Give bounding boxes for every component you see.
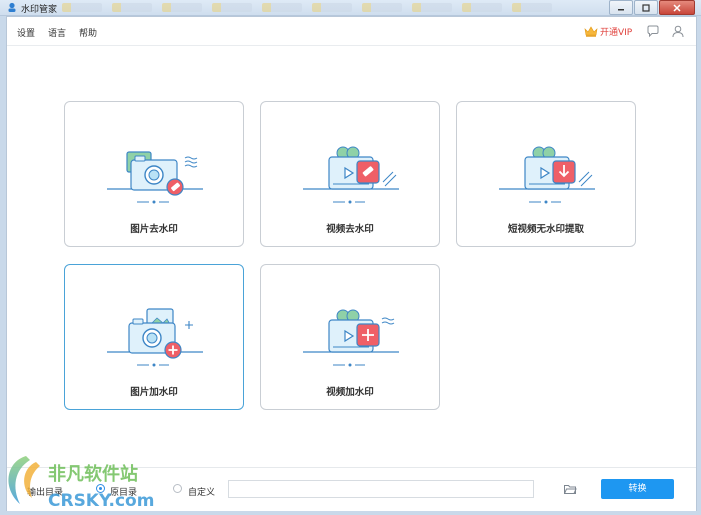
- card-extract-short-video[interactable]: 短视频无水印提取: [456, 101, 636, 247]
- app-icon: [8, 2, 16, 12]
- crsky-watermark-logo: 非凡软件站 CRSKY.com: [8, 456, 154, 511]
- background-taskbar-blur: [62, 3, 562, 12]
- card-remove-video-watermark[interactable]: 视频去水印: [260, 101, 440, 247]
- video-add-icon: [303, 309, 399, 367]
- card-add-video-watermark[interactable]: 视频加水印: [260, 264, 440, 410]
- chat-icon[interactable]: [646, 24, 660, 38]
- title-bar: 水印管家: [0, 0, 701, 16]
- main-window: 设置 语言 帮助 开通VIP 图片去水印 视频去水印 短视频无水印提取 图片加水…: [6, 16, 697, 511]
- card-add-image-watermark[interactable]: 图片加水印: [64, 264, 244, 410]
- radio-custom-directory[interactable]: [173, 484, 182, 493]
- menu-bar: 设置 语言 帮助 开通VIP: [7, 17, 696, 46]
- video-download-icon: [499, 146, 595, 204]
- crown-icon: [584, 26, 598, 37]
- menu-settings[interactable]: 设置: [17, 26, 35, 39]
- output-path-input[interactable]: [228, 480, 534, 498]
- card-label: 短视频无水印提取: [507, 224, 584, 235]
- card-label: 视频加水印: [326, 387, 374, 398]
- close-icon: [673, 3, 681, 12]
- maximize-button[interactable]: [634, 0, 658, 15]
- vip-label: 开通VIP: [600, 28, 633, 38]
- card-remove-image-watermark[interactable]: 图片去水印: [64, 101, 244, 247]
- radio-custom-label[interactable]: 自定义: [188, 485, 215, 498]
- video-eraser-icon: [303, 146, 399, 204]
- close-button[interactable]: [659, 0, 695, 15]
- maximize-icon: [642, 3, 650, 12]
- camera-add-icon: [107, 308, 203, 367]
- camera-eraser-icon: [107, 151, 203, 204]
- menu-help[interactable]: 帮助: [79, 26, 97, 39]
- watermark-brand-url: CRSKY.com: [48, 491, 154, 511]
- window-title: 水印管家: [21, 5, 58, 15]
- convert-button[interactable]: 转换: [601, 479, 674, 499]
- card-label: 图片加水印: [130, 387, 178, 398]
- vip-button[interactable]: 开通VIP: [584, 25, 632, 38]
- menu-language[interactable]: 语言: [48, 26, 66, 39]
- folder-icon[interactable]: [563, 482, 577, 496]
- user-icon[interactable]: [671, 24, 685, 38]
- minimize-icon: [618, 8, 624, 10]
- card-label: 视频去水印: [326, 224, 374, 235]
- watermark-brand-text: 非凡软件站: [48, 463, 138, 485]
- card-label: 图片去水印: [130, 224, 178, 235]
- minimize-button[interactable]: [609, 0, 633, 15]
